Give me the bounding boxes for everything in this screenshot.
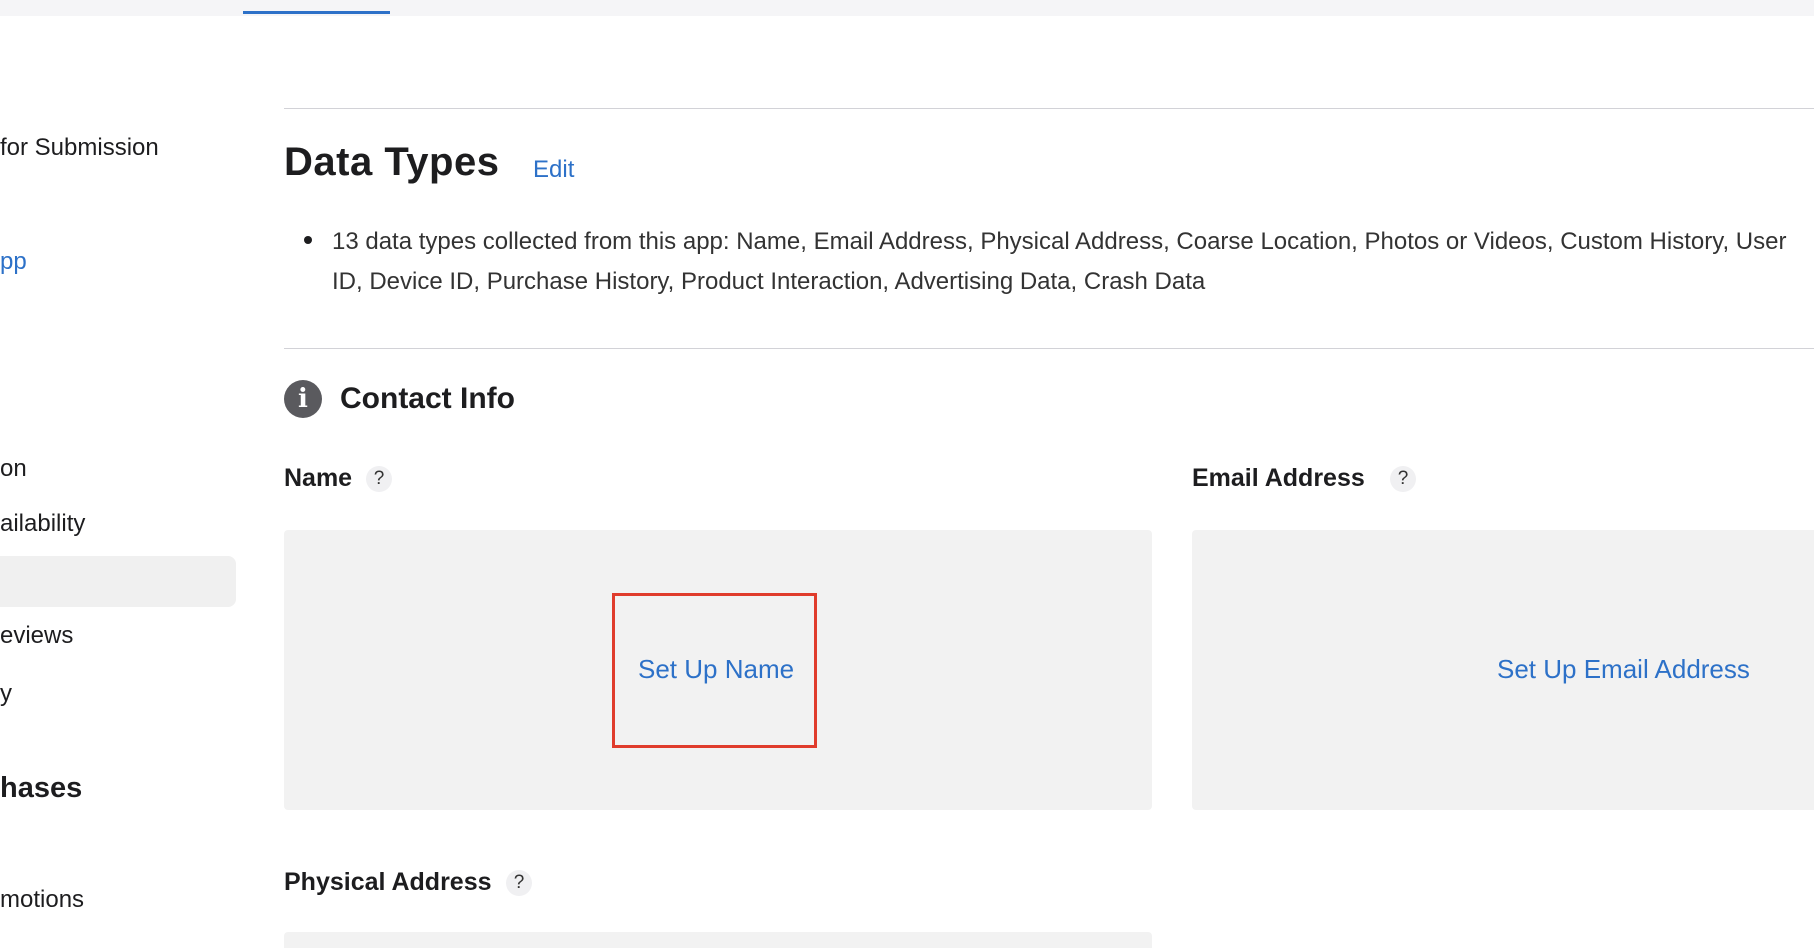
info-icon: i (284, 380, 322, 418)
question-icon[interactable]: ? (366, 466, 392, 492)
sidebar-heading-purchases: hases (0, 772, 83, 804)
sidebar-item-availability[interactable]: ailability (0, 510, 85, 538)
sidebar-selected-item[interactable] (0, 556, 236, 607)
section-title-contact-info: Contact Info (340, 382, 515, 415)
question-icon[interactable]: ? (1390, 466, 1416, 492)
sidebar-item-reviews[interactable]: eviews (0, 622, 73, 650)
email-address-field-label: Email Address (1192, 464, 1365, 492)
name-field-label: Name (284, 464, 353, 492)
highlight-box (612, 593, 817, 748)
physical-address-field-label: Physical Address (284, 868, 492, 896)
sidebar: for Submission pp on ailability eviews y… (0, 0, 240, 948)
question-icon[interactable]: ? (506, 870, 532, 896)
sidebar-item-privacy[interactable]: y (0, 680, 12, 708)
sidebar-item-ready-for-submission[interactable]: for Submission (0, 134, 159, 162)
page-title: Data Types (284, 140, 500, 184)
physical-address-card (284, 932, 1152, 948)
sidebar-item-information[interactable]: on (0, 455, 27, 483)
divider-top (284, 108, 1814, 109)
email-address-card: Set Up Email Address (1192, 530, 1814, 810)
sidebar-item-promotions[interactable]: motions (0, 886, 84, 914)
sidebar-item-app-link[interactable]: pp (0, 248, 27, 276)
set-up-email-address-link[interactable]: Set Up Email Address (1497, 654, 1750, 685)
data-types-summary: 13 data types collected from this app: N… (332, 228, 1787, 295)
divider-middle (284, 348, 1814, 349)
main-content: Data Types Edit 13 data types collected … (284, 0, 1814, 948)
edit-link[interactable]: Edit (533, 156, 574, 184)
bullet-dot (304, 236, 312, 244)
